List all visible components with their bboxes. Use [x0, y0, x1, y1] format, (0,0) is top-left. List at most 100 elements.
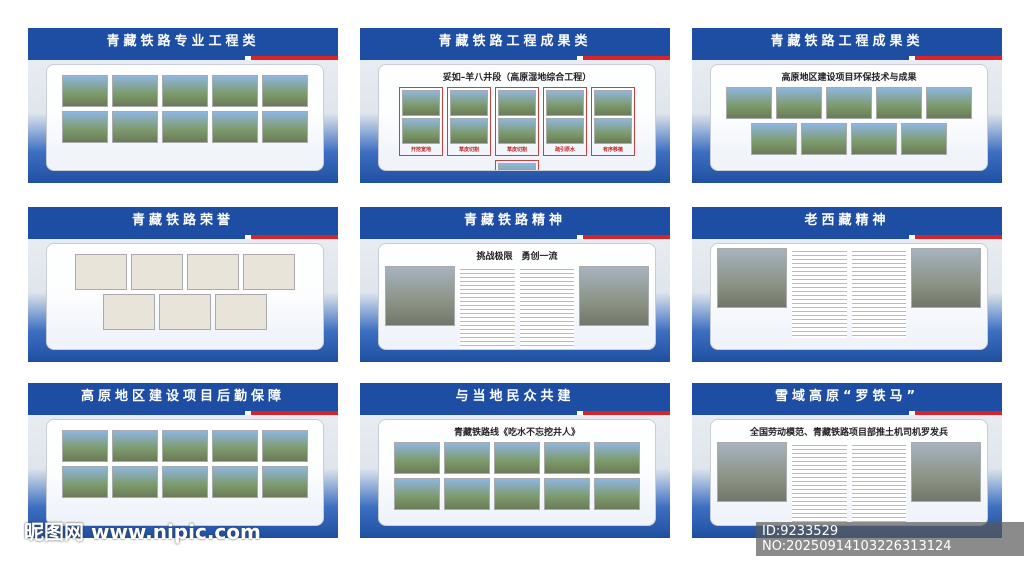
board-panel: 与当地民众共建青藏铁路线《吃水不忘挖井人》 [360, 383, 670, 538]
panel-title: 与当地民众共建 [360, 383, 670, 411]
board-panel: 高原地区建设项目后勤保障 [28, 383, 338, 538]
panel-card [46, 243, 324, 350]
header-stripe [692, 235, 1002, 239]
certificate [187, 254, 239, 290]
photo-tile: 有序移植 [591, 87, 635, 156]
photo [851, 123, 897, 155]
panel-card [710, 243, 988, 350]
panel-card: 青藏铁路线《吃水不忘挖井人》 [378, 419, 656, 526]
photo-tile: 疏引原水 [543, 87, 587, 156]
photo [394, 442, 440, 474]
photo [62, 466, 108, 498]
certificate [131, 254, 183, 290]
photo [498, 163, 536, 170]
photo [717, 442, 787, 502]
header-stripe [28, 411, 338, 415]
panel-subtitle: 青藏铁路线《吃水不忘挖井人》 [453, 428, 580, 438]
photo [262, 111, 308, 143]
photo [546, 90, 584, 116]
photo [594, 478, 640, 510]
photo [262, 430, 308, 462]
photo [444, 478, 490, 510]
photo [212, 430, 258, 462]
photo [262, 466, 308, 498]
panel-title: 高原地区建设项目后勤保障 [28, 383, 338, 411]
header-stripe [360, 235, 670, 239]
photo [494, 478, 540, 510]
photo [162, 111, 208, 143]
photo [579, 266, 649, 326]
photo [385, 266, 455, 326]
photo-tile: 草皮切割 [447, 87, 491, 156]
photo [212, 111, 258, 143]
photo [402, 118, 440, 144]
photo [112, 430, 158, 462]
photo [546, 118, 584, 144]
photo [494, 442, 540, 474]
photo [450, 90, 488, 116]
photo [776, 87, 822, 119]
photo [112, 111, 158, 143]
photo [212, 75, 258, 107]
board-panel: 青藏铁路工程成果类 妥如–羊八井段（高原湿地综合工程） 开挖宽地 草皮切割 草皮切割 疏引… [360, 28, 670, 183]
board-panel: 老西藏精神 [692, 207, 1002, 362]
header-stripe [360, 411, 670, 415]
board-panel: 青藏铁路专业工程类 [28, 28, 338, 183]
header-stripe [692, 56, 1002, 60]
panel-subtitle: 全国劳动模范、青藏铁路项目部推土机司机罗发兵 [749, 428, 948, 438]
photo [826, 87, 872, 119]
certificate [243, 254, 295, 290]
panel-subtitle: 妥如–羊八井段（高原湿地综合工程） [442, 73, 592, 83]
image-id-label: ID:9233529 NO:20250914103226313124 [756, 522, 1024, 556]
panel-title: 老西藏精神 [692, 207, 1002, 235]
photo-tile: 草皮切割 [495, 87, 539, 156]
article-text [519, 266, 574, 349]
panel-title: 青藏铁路工程成果类 [692, 28, 1002, 56]
article-text [851, 442, 906, 525]
photo [926, 87, 972, 119]
board-panel: 青藏铁路精神挑战极限 勇创一流 [360, 207, 670, 362]
article-text [851, 248, 906, 338]
photo-caption: 草皮切割 [506, 147, 527, 153]
header-stripe [28, 235, 338, 239]
board-panel: 雪域高原“罗铁马” 全国劳动模范、青藏铁路项目部推土机司机罗发兵 [692, 383, 1002, 538]
photo [498, 118, 536, 144]
board-panel: 青藏铁路工程成果类高原地区建设项目环保技术与成果 [692, 28, 1002, 183]
panel-title: 青藏铁路专业工程类 [28, 28, 338, 56]
panel-title: 青藏铁路精神 [360, 207, 670, 235]
photo [801, 123, 847, 155]
photo [112, 466, 158, 498]
photo [594, 442, 640, 474]
panel-title: 雪域高原“罗铁马” [692, 383, 1002, 411]
photo-caption: 草皮切割 [458, 147, 479, 153]
board-panel: 青藏铁路荣誉 [28, 207, 338, 362]
photo-caption: 开挖宽地 [410, 147, 431, 153]
panel-card: 全国劳动模范、青藏铁路项目部推土机司机罗发兵 [710, 419, 988, 526]
photo [402, 90, 440, 116]
photo [394, 478, 440, 510]
article-text [792, 248, 847, 338]
panel-card [46, 64, 324, 171]
photo [901, 123, 947, 155]
article-text [460, 266, 515, 349]
photo-caption: 有序移植 [602, 147, 623, 153]
photo [751, 123, 797, 155]
panel-card: 妥如–羊八井段（高原湿地综合工程） 开挖宽地 草皮切割 草皮切割 疏引原水 有序移植强植固… [378, 64, 656, 171]
photo [444, 442, 490, 474]
panel-title: 青藏铁路荣誉 [28, 207, 338, 235]
photo [62, 430, 108, 462]
photo [911, 248, 981, 308]
certificate [103, 294, 155, 330]
certificate [215, 294, 267, 330]
photo [594, 118, 632, 144]
photo-caption: 疏引原水 [554, 147, 575, 153]
photo [544, 478, 590, 510]
panel-subtitle: 高原地区建设项目环保技术与成果 [781, 73, 917, 83]
photo-tile: 开挖宽地 [399, 87, 443, 156]
photo [544, 442, 590, 474]
photo [876, 87, 922, 119]
panel-subtitle: 挑战极限 勇创一流 [476, 252, 558, 262]
photo [911, 442, 981, 502]
photo [498, 90, 536, 116]
photo [212, 466, 258, 498]
